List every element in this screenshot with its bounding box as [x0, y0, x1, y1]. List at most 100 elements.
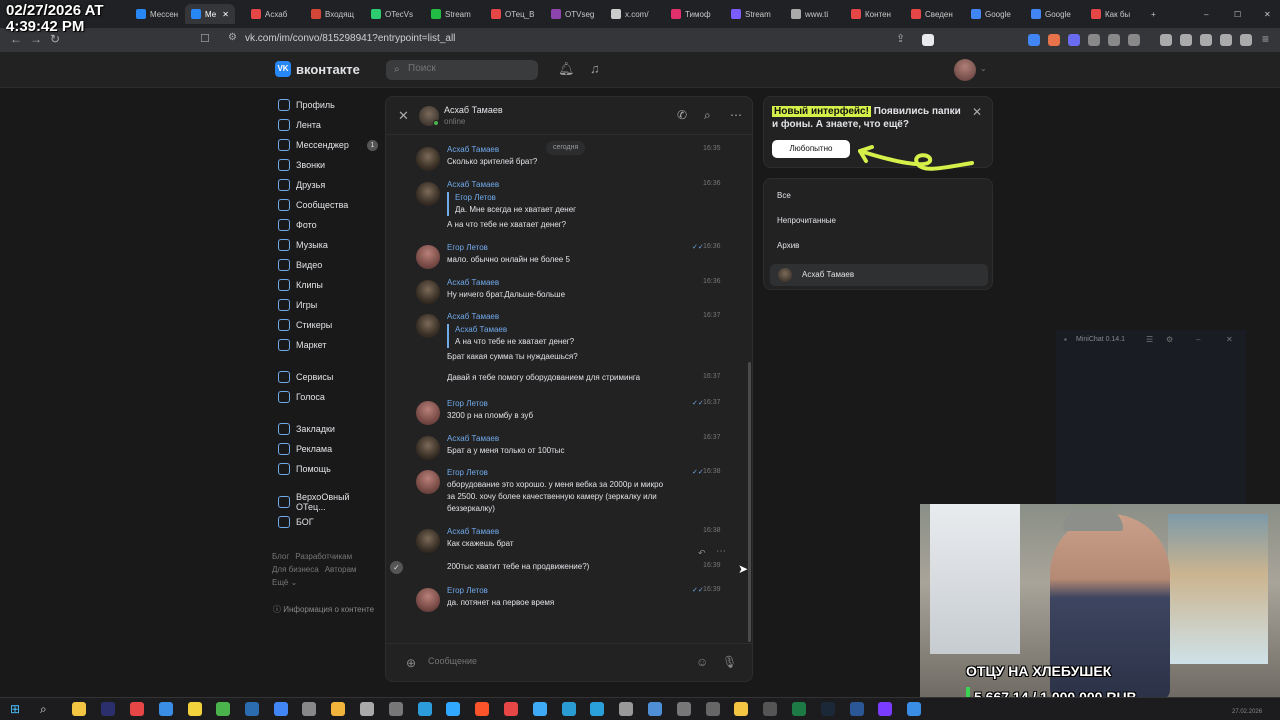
notifications-bell-icon[interactable]: 🔔︎	[558, 61, 575, 77]
minimize-icon[interactable]: –	[1196, 335, 1200, 344]
message[interactable]: Егор Летов 3200 р на пломбу в зуб 16:37 ✓✓	[416, 399, 721, 429]
extension-icon[interactable]	[1068, 34, 1080, 46]
content-info-link[interactable]: ⓘ Информация о контенте	[273, 604, 374, 615]
message-avatar[interactable]	[416, 280, 440, 304]
browser-tab[interactable]: Google	[965, 4, 1021, 24]
browser-tab[interactable]: Контен	[845, 4, 901, 24]
app-icon[interactable]	[216, 702, 230, 716]
browser-tab[interactable]: OTVseg	[545, 4, 601, 24]
close-icon[interactable]: ✕	[1226, 335, 1233, 344]
browser-tab[interactable]: OTecVs	[365, 4, 421, 24]
message[interactable]: Асхаб Тамаев Асхаб Тамаев А на что тебе не…	[416, 312, 721, 361]
nav-item[interactable]: ВерхоОвный ОТец...	[278, 492, 378, 512]
nav-item[interactable]: Маркет	[278, 336, 378, 354]
footer-link-more[interactable]: Ещё ⌄	[272, 578, 297, 587]
music-extension-icon[interactable]	[1160, 34, 1172, 46]
browser-tab[interactable]: Stream	[725, 4, 781, 24]
nav-item[interactable]: Голоса	[278, 388, 378, 406]
app-icon[interactable]	[562, 702, 576, 716]
browser-tab[interactable]: www.ti	[785, 4, 841, 24]
footer-link-devs[interactable]: Разработчикам	[295, 552, 352, 561]
search-box[interactable]: ⌕	[386, 60, 538, 80]
browser-tab[interactable]: Stream	[425, 4, 481, 24]
message[interactable]: Асхаб Тамаев Брат а у меня только от 100т…	[416, 434, 721, 464]
music-icon[interactable]: ♫	[590, 61, 600, 76]
nav-item[interactable]: Клипы	[278, 276, 378, 294]
folder-contact-item[interactable]: Асхаб Тамаев	[770, 264, 988, 286]
app-icon[interactable]	[533, 702, 547, 716]
file-explorer-icon[interactable]	[72, 702, 86, 716]
message-author[interactable]: Егор Летов	[447, 399, 488, 408]
message-avatar[interactable]	[416, 147, 440, 171]
nav-item[interactable]: Стикеры	[278, 316, 378, 334]
message-more-icon[interactable]: ⋯	[716, 546, 726, 557]
close-tab-icon[interactable]: ✕	[222, 10, 229, 19]
nav-item[interactable]: Закладки	[278, 420, 378, 438]
app-icon[interactable]	[734, 702, 748, 716]
message-avatar[interactable]	[416, 529, 440, 553]
app-icon[interactable]	[619, 702, 633, 716]
extension-icon[interactable]	[1128, 34, 1140, 46]
message-avatar[interactable]	[416, 182, 440, 206]
message-author[interactable]: Егор Летов	[447, 468, 488, 477]
app-icon[interactable]	[763, 702, 777, 716]
search-icon[interactable]: ⌕	[704, 108, 711, 123]
close-icon[interactable]: ✕	[398, 108, 409, 124]
search-icon[interactable]: ⌕	[40, 702, 54, 716]
nav-item[interactable]: Сервисы	[278, 368, 378, 386]
nav-item[interactable]: Видео	[278, 256, 378, 274]
message-author[interactable]: Егор Летов	[447, 586, 488, 595]
reply-quote[interactable]: Егор Летов Да. Мне всегда не хватает дене…	[447, 192, 576, 216]
message-avatar[interactable]	[416, 588, 440, 612]
more-icon[interactable]: ⋯	[730, 108, 742, 122]
vk-logo[interactable]: VK вконтакте	[275, 61, 360, 77]
message-author[interactable]: Асхаб Тамаев	[447, 312, 499, 321]
app-icon[interactable]	[878, 702, 892, 716]
nav-item[interactable]: Мессенджер 1	[278, 136, 378, 154]
reply-quote[interactable]: Асхаб Тамаев А на что тебе не хватает ден…	[447, 324, 574, 348]
profile-avatar[interactable]	[954, 59, 976, 81]
microphone-icon[interactable]: 🎙︎	[722, 655, 737, 669]
select-check-icon[interactable]: ✓	[390, 561, 403, 574]
close-icon[interactable]: ✕	[972, 105, 982, 119]
word-icon[interactable]	[850, 702, 864, 716]
message-input[interactable]	[428, 656, 678, 666]
message[interactable]: Асхаб Тамаев Как скажешь брат 16:38	[416, 527, 721, 557]
sidebar-icon[interactable]	[1180, 34, 1192, 46]
app-icon[interactable]	[677, 702, 691, 716]
minimize-window-icon[interactable]: –	[1198, 4, 1214, 24]
nav-item[interactable]: Реклама	[278, 440, 378, 458]
photoshop-icon[interactable]	[446, 702, 460, 716]
browser-tab[interactable]: Входящ	[305, 4, 361, 24]
leo-icon[interactable]	[1220, 34, 1232, 46]
message-avatar[interactable]	[416, 401, 440, 425]
nav-item[interactable]: БОГ	[278, 513, 378, 531]
message-avatar[interactable]	[416, 245, 440, 269]
telegram-icon[interactable]	[590, 702, 604, 716]
message-author[interactable]: Егор Летов	[447, 243, 488, 252]
message-author[interactable]: Асхаб Тамаев	[447, 180, 499, 189]
message-author[interactable]: Асхаб Тамаев	[447, 434, 499, 443]
browser-tab[interactable]: Как бы	[1085, 4, 1141, 24]
nav-item[interactable]: Профиль	[278, 96, 378, 114]
reply-icon[interactable]: ↶	[698, 548, 706, 559]
maximize-window-icon[interactable]: ☐	[1228, 4, 1247, 24]
app-icon[interactable]	[504, 702, 518, 716]
extension-icon[interactable]	[1048, 34, 1060, 46]
message-avatar[interactable]	[416, 470, 440, 494]
scrollbar[interactable]	[748, 362, 751, 642]
chat-contact-name[interactable]: Асхаб Тамаев	[444, 105, 503, 115]
nav-item[interactable]: Сообщества	[278, 196, 378, 214]
folder-all[interactable]: Все	[777, 191, 791, 200]
message-author[interactable]: Асхаб Тамаев	[447, 278, 499, 287]
new-tab-icon[interactable]: +	[1145, 4, 1162, 24]
url-text[interactable]: vk.com/im/convo/815298941?entrypoint=lis…	[245, 33, 455, 44]
premiere-icon[interactable]	[101, 702, 115, 716]
app-icon[interactable]	[907, 702, 921, 716]
folder-unread[interactable]: Непрочитанные	[777, 216, 836, 225]
app-icon[interactable]	[706, 702, 720, 716]
message[interactable]: Егор Летов мало. обычно онлайн не более 5…	[416, 243, 721, 273]
nav-item[interactable]: Друзья	[278, 176, 378, 194]
message[interactable]: Егор Летов да. потянет на первое время 16:…	[416, 586, 721, 616]
app-icon[interactable]	[648, 702, 662, 716]
